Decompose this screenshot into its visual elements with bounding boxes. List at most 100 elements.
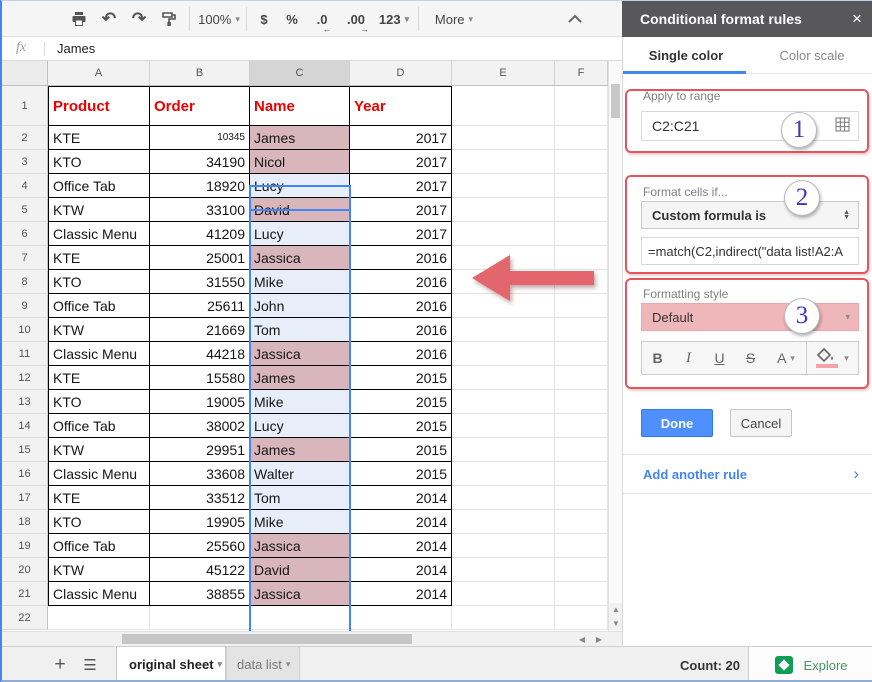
cell-C7[interactable]: Jassica [250, 246, 350, 270]
cell-E3[interactable] [452, 150, 555, 174]
cell-D6[interactable]: 2017 [350, 222, 452, 246]
row-header-8[interactable]: 8 [2, 270, 48, 294]
column-header-C[interactable]: C [250, 61, 350, 86]
cell-E7[interactable] [452, 246, 555, 270]
cell-D1[interactable]: Year [350, 86, 452, 126]
row-header-20[interactable]: 20 [2, 558, 48, 582]
cell-B17[interactable]: 33512 [150, 486, 250, 510]
cell-B15[interactable]: 29951 [150, 438, 250, 462]
cell-D8[interactable]: 2016 [350, 270, 452, 294]
row-header-6[interactable]: 6 [2, 222, 48, 246]
cell-E19[interactable] [452, 534, 555, 558]
add-sheet-button[interactable]: + [48, 647, 72, 682]
cell-C14[interactable]: Lucy [250, 414, 350, 438]
cell-F10[interactable] [555, 318, 608, 342]
select-range-button[interactable] [835, 117, 850, 135]
cell-A15[interactable]: KTW [48, 438, 150, 462]
row-header-22[interactable]: 22 [2, 606, 48, 630]
explore-button[interactable]: Explore [748, 647, 872, 682]
cell-F6[interactable] [555, 222, 608, 246]
cell-F20[interactable] [555, 558, 608, 582]
print-button[interactable] [64, 1, 94, 37]
cell-D16[interactable]: 2015 [350, 462, 452, 486]
scroll-left-button[interactable]: ◀ [574, 632, 590, 646]
column-header-E[interactable]: E [452, 61, 555, 86]
cell-C1[interactable]: Name [250, 86, 350, 126]
cell-C5[interactable]: David [250, 198, 350, 222]
cell-F21[interactable] [555, 582, 608, 606]
cell-E17[interactable] [452, 486, 555, 510]
scroll-right-button[interactable]: ▶ [591, 632, 607, 646]
paint-format-button[interactable] [154, 1, 184, 37]
cell-F1[interactable] [555, 86, 608, 126]
cell-C22[interactable] [250, 606, 350, 630]
cell-E4[interactable] [452, 174, 555, 198]
column-header-F[interactable]: F [555, 61, 608, 86]
cell-F4[interactable] [555, 174, 608, 198]
cell-F9[interactable] [555, 294, 608, 318]
cell-C15[interactable]: James [250, 438, 350, 462]
cell-E9[interactable] [452, 294, 555, 318]
row-header-18[interactable]: 18 [2, 510, 48, 534]
cell-E21[interactable] [452, 582, 555, 606]
cell-A14[interactable]: Office Tab [48, 414, 150, 438]
cell-A10[interactable]: KTW [48, 318, 150, 342]
cell-E18[interactable] [452, 510, 555, 534]
cell-F11[interactable] [555, 342, 608, 366]
row-header-14[interactable]: 14 [2, 414, 48, 438]
cell-D20[interactable]: 2014 [350, 558, 452, 582]
cell-F5[interactable] [555, 198, 608, 222]
cell-A2[interactable]: KTE [48, 126, 150, 150]
cell-F16[interactable] [555, 462, 608, 486]
format-currency-button[interactable]: $ [250, 1, 278, 37]
zoom-select[interactable]: 100%▾ [196, 1, 242, 37]
cell-A20[interactable]: KTW [48, 558, 150, 582]
all-sheets-menu-icon[interactable]: ☰ [78, 647, 102, 682]
row-header-2[interactable]: 2 [2, 126, 48, 150]
cell-F12[interactable] [555, 366, 608, 390]
undo-button[interactable]: ↶ [94, 1, 124, 37]
cell-A21[interactable]: Classic Menu [48, 582, 150, 606]
cell-F15[interactable] [555, 438, 608, 462]
row-header-4[interactable]: 4 [2, 174, 48, 198]
more-menu[interactable]: More▾ [426, 1, 482, 37]
cell-C19[interactable]: Jassica [250, 534, 350, 558]
format-percent-button[interactable]: % [278, 1, 306, 37]
row-header-1[interactable]: 1 [2, 86, 48, 126]
cell-B12[interactable]: 15580 [150, 366, 250, 390]
column-header-B[interactable]: B [150, 61, 250, 86]
cell-C8[interactable]: Mike [250, 270, 350, 294]
cell-A18[interactable]: KTO [48, 510, 150, 534]
cell-E5[interactable] [452, 198, 555, 222]
collapse-toolbar-button[interactable] [560, 1, 590, 37]
cell-B13[interactable]: 19005 [150, 390, 250, 414]
text-color-button[interactable]: A ▾ [766, 342, 806, 374]
underline-button[interactable]: U [704, 342, 735, 374]
cell-B1[interactable]: Order [150, 86, 250, 126]
strikethrough-button[interactable]: S [735, 342, 766, 374]
cell-D12[interactable]: 2015 [350, 366, 452, 390]
cell-B19[interactable]: 25560 [150, 534, 250, 558]
select-all-corner[interactable] [2, 61, 48, 86]
row-header-9[interactable]: 9 [2, 294, 48, 318]
tab-color-scale[interactable]: Color scale [749, 37, 872, 73]
cell-A6[interactable]: Classic Menu [48, 222, 150, 246]
row-header-7[interactable]: 7 [2, 246, 48, 270]
cell-C12[interactable]: James [250, 366, 350, 390]
cell-D2[interactable]: 2017 [350, 126, 452, 150]
cell-E12[interactable] [452, 366, 555, 390]
cell-B3[interactable]: 34190 [150, 150, 250, 174]
vertical-scrollbar-thumb[interactable] [611, 84, 620, 118]
cell-C17[interactable]: Tom [250, 486, 350, 510]
cell-A22[interactable] [48, 606, 150, 630]
scroll-up-button[interactable]: ▲ [609, 603, 623, 616]
row-header-10[interactable]: 10 [2, 318, 48, 342]
cell-D22[interactable] [350, 606, 452, 630]
cancel-button[interactable]: Cancel [730, 409, 792, 437]
cell-A11[interactable]: Classic Menu [48, 342, 150, 366]
row-header-3[interactable]: 3 [2, 150, 48, 174]
tab-single-color[interactable]: Single color [623, 37, 749, 73]
cell-E1[interactable] [452, 86, 555, 126]
cell-C21[interactable]: Jassica [250, 582, 350, 606]
cell-A13[interactable]: KTO [48, 390, 150, 414]
